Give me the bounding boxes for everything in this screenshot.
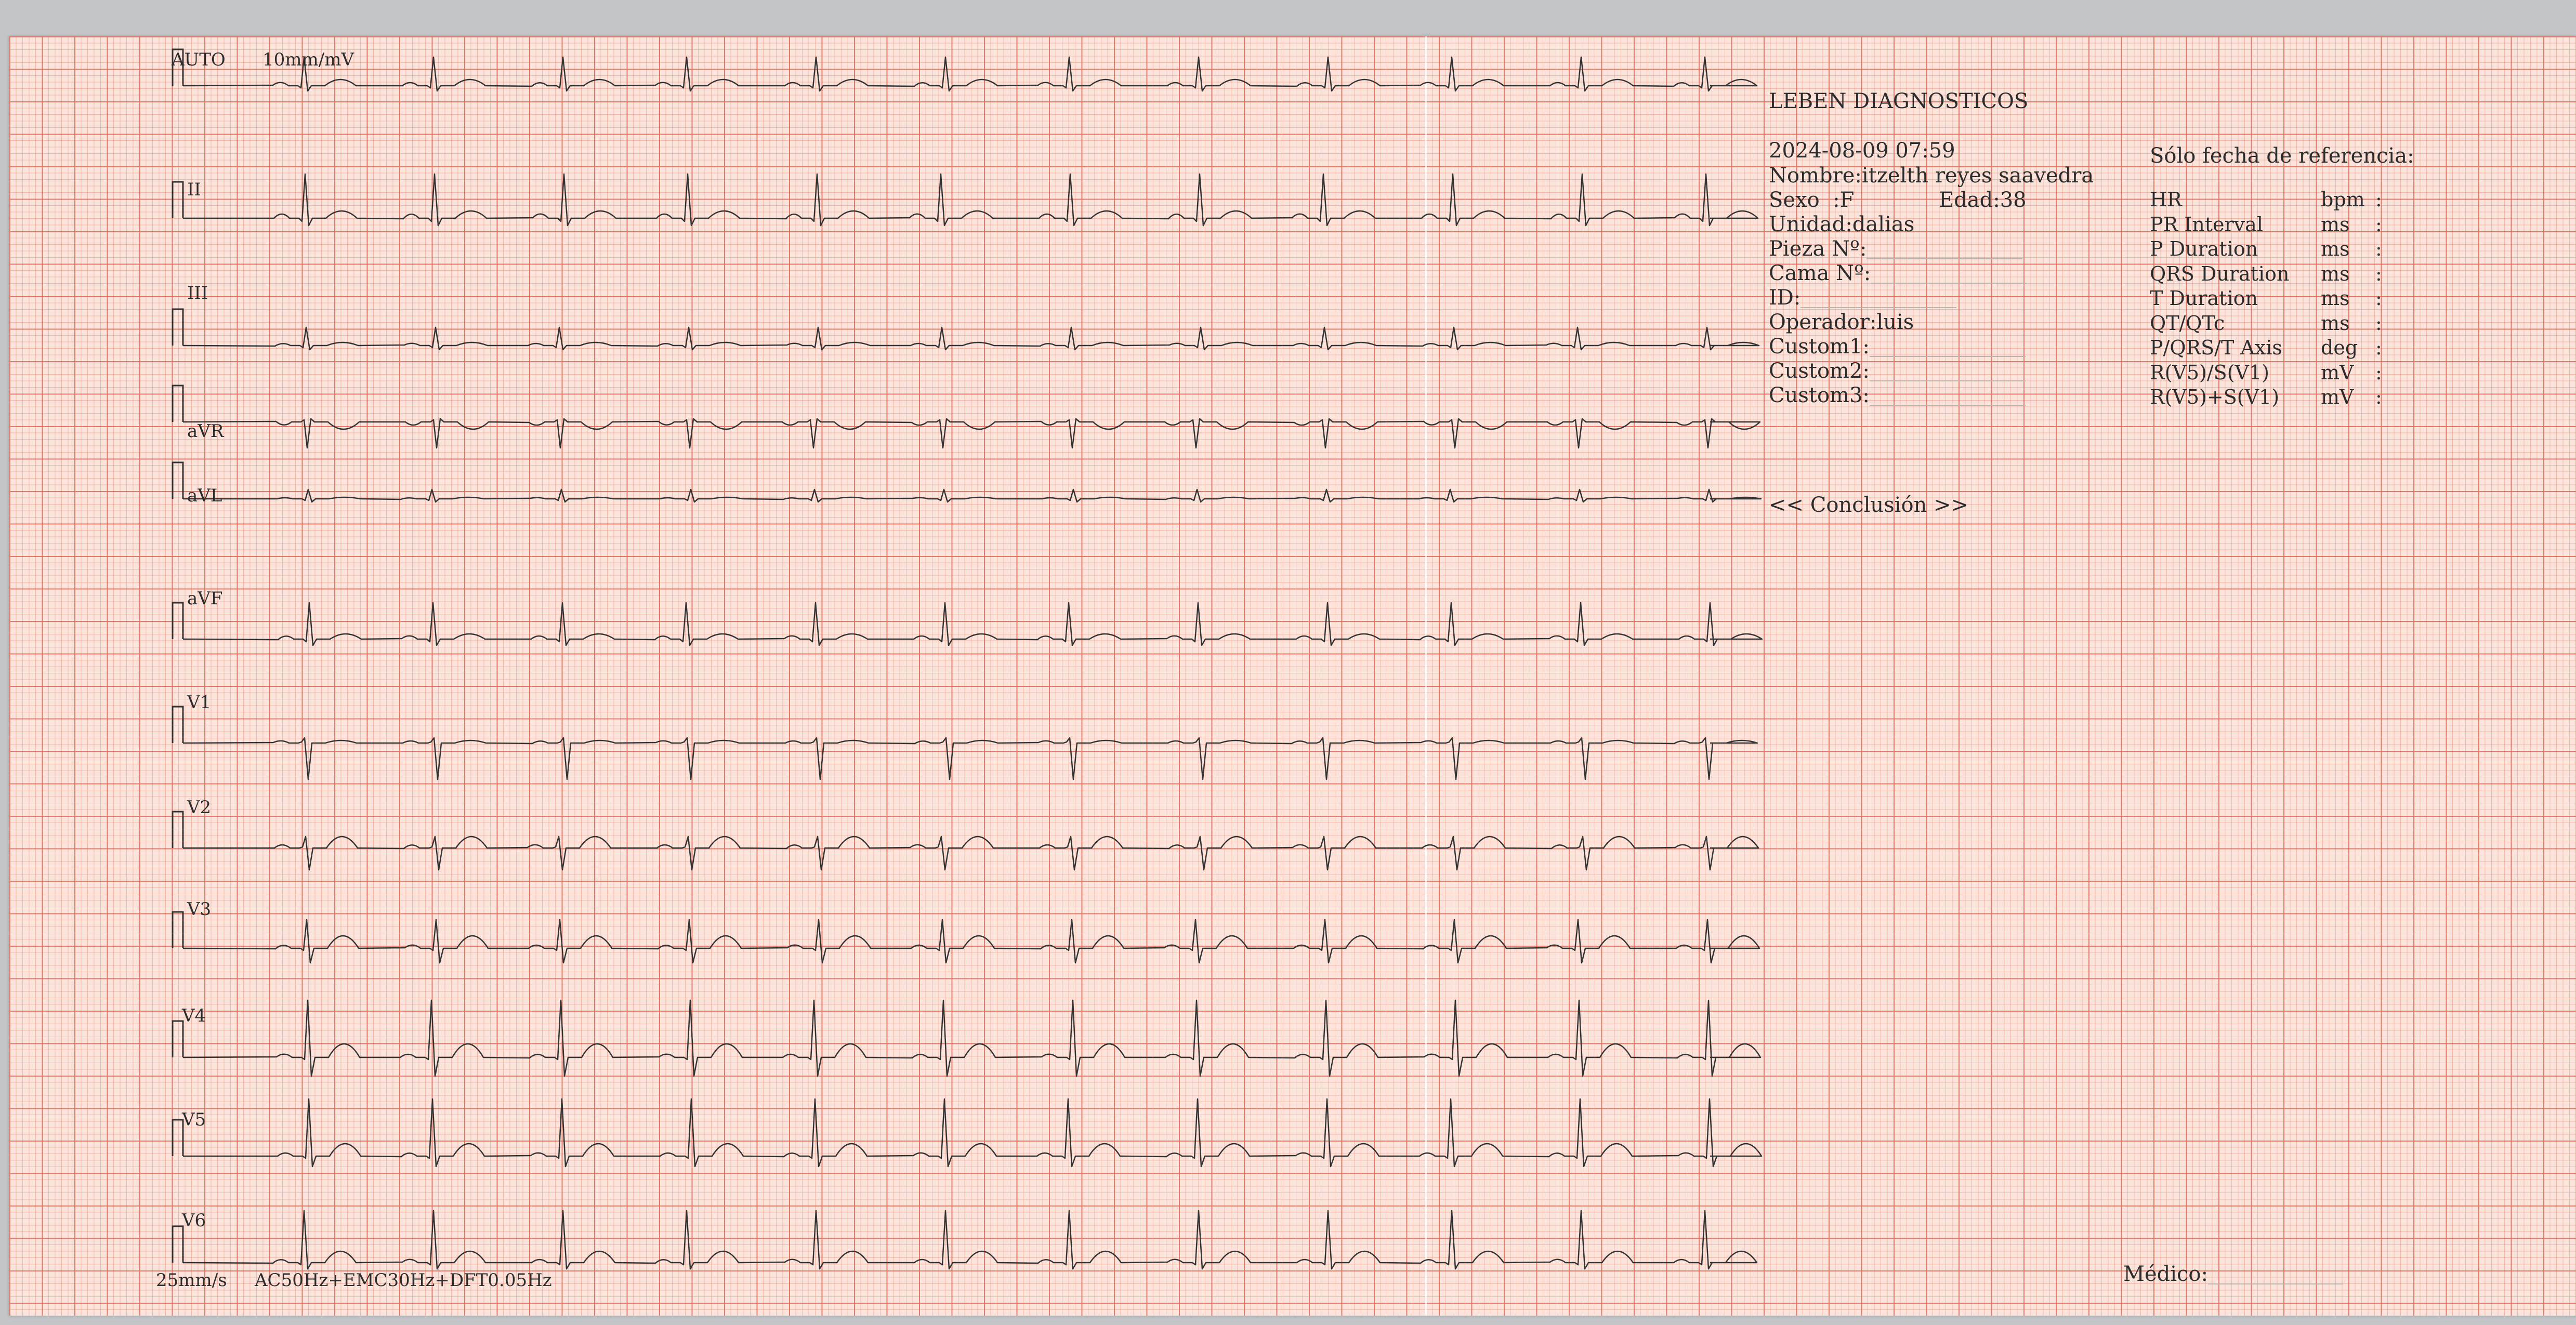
calibration-pulse	[172, 385, 184, 422]
filter-settings: AC50Hz+EMC30Hz+DFT0.05Hz	[255, 1270, 552, 1291]
paper-speed: 25mm/s	[156, 1270, 227, 1291]
ecg-waveform-V3	[182, 919, 1760, 964]
measurement-unit: ms	[2321, 237, 2350, 260]
calibration-pulse	[172, 911, 184, 948]
measurement-name: PR Interval	[2150, 213, 2263, 236]
calibration-pulse	[172, 461, 184, 499]
ecg-waveform-V2	[183, 836, 1759, 871]
lead-label-iii: III	[187, 283, 208, 303]
lead-label-avl: aVL	[187, 485, 222, 506]
measurement-name: R(V5)/S(V1)	[2150, 361, 2269, 384]
measurement-separator: :	[2375, 262, 2382, 285]
ecg-waveform-aVR	[182, 418, 1761, 449]
calibration-pulse	[172, 1119, 184, 1156]
lead-label-v2: V2	[187, 797, 212, 818]
patient-sex: Sexo :F	[1769, 188, 1855, 212]
measurement-unit: mV	[2321, 361, 2354, 384]
lead-label-avr: aVR	[187, 421, 224, 442]
lead-label-auto: AUTO	[172, 49, 226, 70]
lead-label-v5: V5	[182, 1109, 206, 1130]
ecg-waveform-V4	[182, 999, 1762, 1077]
patient-name: Nombre:itzelth reyes saavedra	[1769, 164, 2094, 188]
measurement-unit: deg	[2321, 336, 2358, 359]
ecg-waveform-II	[183, 173, 1759, 227]
lead-label-v1: V1	[187, 692, 212, 713]
measurement-unit: ms	[2321, 213, 2350, 236]
ecg-waveform-I	[182, 56, 1758, 92]
lead-label-v3: V3	[187, 899, 212, 920]
calibration-pulse	[172, 1225, 184, 1263]
lead-label-v4: V4	[182, 1005, 206, 1026]
calibration-pulse	[172, 308, 184, 346]
measurement-separator: :	[2375, 336, 2382, 359]
calibration-pulse	[172, 706, 184, 743]
lead-label-ii: II	[187, 179, 201, 200]
lead-label-avf: aVF	[187, 588, 223, 609]
ecg-waveform-V1	[182, 737, 1758, 780]
measurement-name: QT/QTc	[2150, 311, 2225, 335]
custom1-field: Custom1:	[1769, 336, 2026, 357]
ecg-waveform-aVF	[182, 602, 1763, 646]
conclusion-heading: << Conclusión >>	[1769, 493, 1969, 517]
measurement-unit: ms	[2321, 287, 2350, 310]
reference-note: Sólo fecha de referencia:	[2150, 144, 2414, 168]
measurement-separator: :	[2375, 237, 2382, 260]
gain-label: 10mm/mV	[262, 49, 354, 70]
custom2-field: Custom2:	[1769, 361, 2026, 381]
patient-unit: Unidad:dalias	[1769, 213, 1915, 236]
measurement-separator: :	[2375, 213, 2382, 236]
exam-datetime: 2024-08-09 07:59	[1769, 139, 1955, 163]
measurement-name: P/QRS/T Axis	[2150, 336, 2282, 359]
calibration-pulse	[172, 1020, 184, 1057]
measurement-separator: :	[2375, 386, 2382, 408]
measurement-name: R(V5)+S(V1)	[2150, 386, 2280, 408]
measurement-unit: bpm	[2321, 188, 2365, 211]
patient-age: Edad:38	[1939, 188, 2027, 212]
measurement-separator: :	[2375, 188, 2382, 211]
measurement-separator: :	[2375, 287, 2382, 310]
operator-field: Operador:luis	[1769, 310, 1914, 334]
measurement-unit: mV	[2321, 386, 2354, 408]
measurement-name: T Duration	[2150, 287, 2258, 310]
institution-name: LEBEN DIAGNOSTICOS	[1769, 89, 2029, 113]
measurement-unit: ms	[2321, 262, 2350, 285]
measurement-name: HR	[2150, 188, 2182, 211]
bed-field: Cama Nº:	[1769, 263, 2027, 284]
doctor-field: Médico:	[2123, 1264, 2343, 1284]
measurement-separator: :	[2375, 361, 2382, 384]
calibration-pulse	[172, 811, 184, 848]
ecg-waveform-III	[182, 326, 1760, 351]
calibration-pulse	[172, 602, 184, 639]
ecg-traces	[172, 48, 1763, 1270]
lead-label-v6: V6	[182, 1210, 206, 1231]
ecg-waveform-V5	[183, 1098, 1763, 1168]
custom3-field: Custom3:	[1769, 385, 2026, 406]
ecg-waveform-V6	[182, 1210, 1758, 1270]
measurement-name: P Duration	[2150, 237, 2258, 260]
id-field: ID:	[1769, 287, 1957, 308]
calibration-pulse	[172, 181, 184, 218]
measurement-unit: ms	[2321, 311, 2350, 335]
measurement-name: QRS Duration	[2150, 262, 2290, 285]
ecg-waveform-aVL	[183, 488, 1762, 503]
room-field: Pieza Nº:	[1769, 239, 2023, 259]
measurement-separator: :	[2375, 311, 2382, 335]
